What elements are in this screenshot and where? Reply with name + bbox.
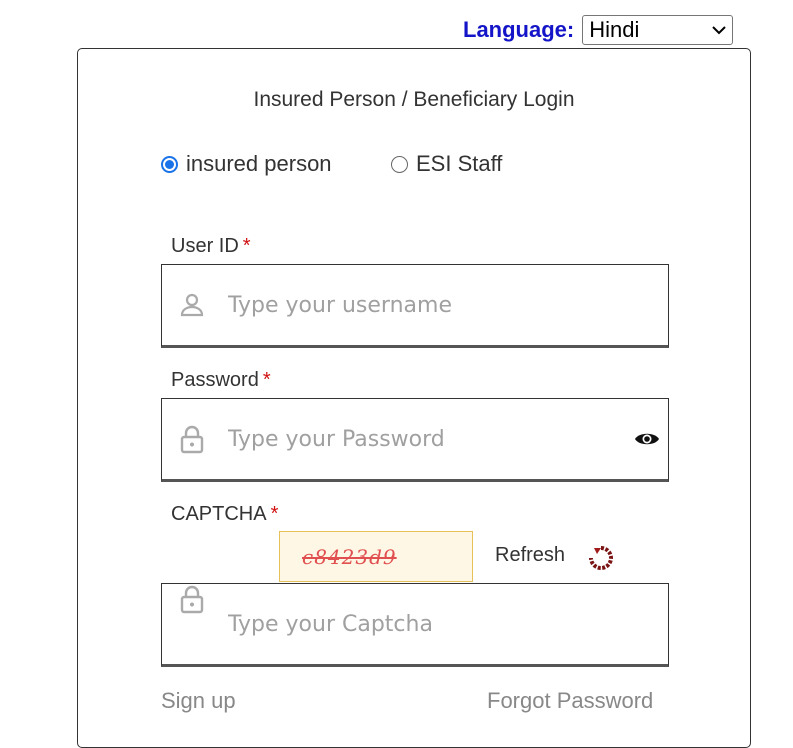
- lock-icon: [180, 585, 204, 614]
- refresh-icon[interactable]: [586, 544, 616, 572]
- captcha-image: c8423d9: [279, 531, 473, 582]
- language-select[interactable]: Hindi: [582, 15, 734, 45]
- password-label-text: Password: [171, 369, 259, 391]
- password-input[interactable]: [226, 425, 610, 453]
- radio-button-unchecked[interactable]: [391, 155, 408, 173]
- userid-label: User ID *: [171, 235, 251, 258]
- captcha-code: c8423d9: [302, 544, 397, 569]
- radio-esi-staff[interactable]: ESI Staff: [391, 151, 502, 177]
- language-selector: Language: Hindi: [463, 15, 734, 45]
- radio-button-checked[interactable]: [161, 155, 178, 173]
- login-title: Insured Person / Beneficiary Login: [253, 88, 575, 111]
- lock-icon: [180, 425, 204, 454]
- password-label: Password *: [171, 369, 271, 392]
- required-marker: *: [270, 503, 279, 525]
- radio-label-esi-staff: ESI Staff: [416, 151, 503, 176]
- radio-label-insured-person: insured person: [186, 151, 332, 176]
- captcha-label-text: CAPTCHA: [171, 503, 267, 525]
- captcha-label: CAPTCHA *: [171, 503, 278, 526]
- userid-field[interactable]: [161, 264, 669, 348]
- required-marker: *: [242, 235, 251, 257]
- language-label: Language:: [463, 17, 575, 42]
- eye-icon[interactable]: [634, 430, 660, 448]
- captcha-refresh-label[interactable]: Refresh: [495, 544, 565, 567]
- userid-label-text: User ID: [171, 235, 239, 257]
- radio-insured-person[interactable]: insured person: [161, 151, 332, 177]
- language-selected-value: Hindi: [589, 17, 640, 42]
- forgot-password-link[interactable]: Forgot Password: [487, 688, 653, 714]
- user-icon: [180, 293, 204, 317]
- captcha-field[interactable]: [161, 583, 669, 667]
- chevron-down-icon: [712, 26, 726, 35]
- required-marker: *: [262, 369, 271, 391]
- password-field[interactable]: [161, 398, 669, 482]
- signup-link[interactable]: Sign up: [161, 688, 236, 714]
- captcha-input[interactable]: [226, 610, 610, 638]
- userid-input[interactable]: [226, 291, 610, 319]
